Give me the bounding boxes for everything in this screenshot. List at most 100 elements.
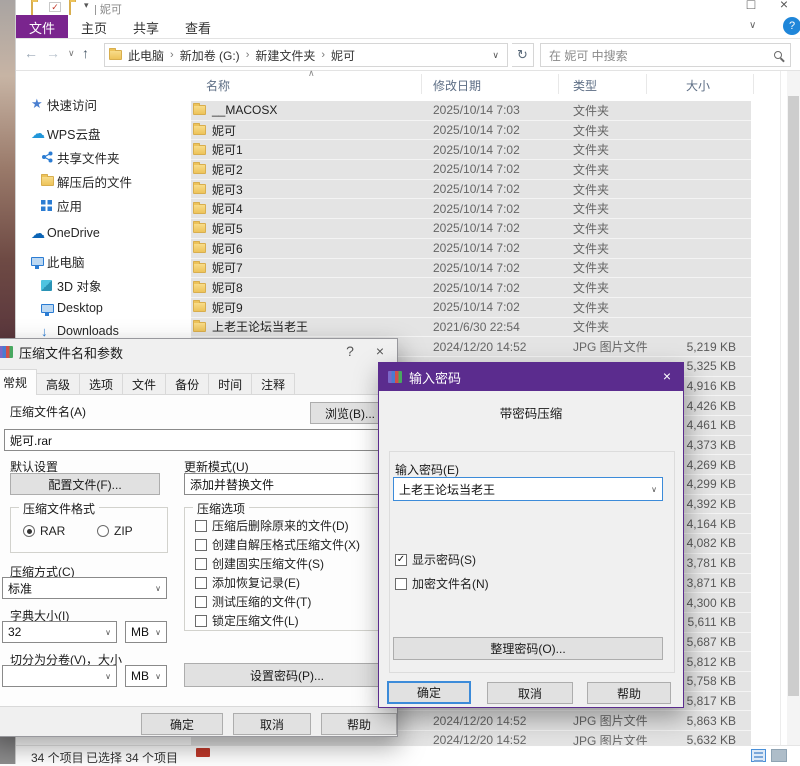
password-help-button[interactable]: 帮助 [587,682,671,704]
file-row[interactable]: 妮可72025/10/14 7:02文件夹 [191,259,751,279]
password-heading: 带密码压缩 [379,403,683,422]
file-row[interactable]: 妮可82025/10/14 7:02文件夹 [191,278,751,298]
sidebar-item-onedrive[interactable]: ☁OneDrive [16,223,191,243]
sidebar-item-desktop[interactable]: Desktop [16,298,191,318]
file-type: 文件夹 [573,122,609,139]
dictionary-unit-dropdown-icon[interactable]: ∨ [155,628,161,637]
rar-tab-文件[interactable]: 文件 [122,373,166,395]
rar-close-icon[interactable]: × [371,343,389,359]
file-row[interactable]: 妮可32025/10/14 7:02文件夹 [191,180,751,200]
breadcrumb-segment[interactable]: 妮可 [325,47,361,64]
file-row[interactable]: 妮可92025/10/14 7:02文件夹 [191,298,751,318]
forward-icon[interactable]: → [46,45,60,61]
refresh-button[interactable]: ↻ [512,43,534,67]
thumbnail-view-button[interactable] [771,749,787,762]
file-row[interactable]: 妮可2025/10/14 7:02文件夹 [191,121,751,141]
update-mode-select[interactable]: 添加并替换文件 ∨ [184,473,390,495]
sidebar-item-this-pc[interactable]: 此电脑 [16,251,191,271]
sidebar-item-quick-access[interactable]: ★快速访问 [16,94,191,114]
password-close-icon[interactable]: × [657,368,677,384]
password-dropdown-icon[interactable]: ∨ [651,485,657,494]
help-icon[interactable]: ? [783,17,800,35]
file-row[interactable]: 妮可12025/10/14 7:02文件夹 [191,140,751,160]
rar-option-checkbox[interactable]: 锁定压缩文件(L) [195,612,299,629]
rar-option-checkbox[interactable]: 添加恢复记录(E) [195,574,300,591]
compression-method-select[interactable]: 标准 ∨ [2,577,167,599]
show-password-checkbox[interactable]: ✓显示密码(S) [395,551,476,568]
column-header-type[interactable]: 类型 [573,77,597,94]
ribbon-tab-查看[interactable]: 查看 [172,15,224,38]
rar-tab-注释[interactable]: 注释 [251,373,295,395]
history-dropdown-icon[interactable]: ∨ [68,48,75,59]
rar-tab-选项[interactable]: 选项 [79,373,123,395]
breadcrumb-segment[interactable]: 此电脑 [122,47,170,64]
set-password-button[interactable]: 设置密码(P)... [184,663,390,687]
qat-folder2-icon[interactable] [69,1,71,15]
sidebar-item-wps-cloud[interactable]: ☁WPS云盘 [16,123,191,143]
organize-passwords-button[interactable]: 整理密码(O)... [393,637,663,660]
column-header-date[interactable]: 修改日期 [433,77,481,94]
rar-option-checkbox[interactable]: 测试压缩的文件(T) [195,593,311,610]
archive-name-input[interactable]: 妮可.rar ∨ [4,429,390,451]
rar-help-button[interactable]: 帮助 [321,713,397,735]
rar-option-checkbox[interactable]: 创建自解压格式压缩文件(X) [195,536,360,553]
dictionary-size-select[interactable]: 32 ∨ [2,621,117,643]
close-button[interactable]: × [774,0,794,12]
breadcrumb-segment[interactable]: 新建文件夹 [249,47,321,64]
dictionary-unit-select[interactable]: MB ∨ [125,621,167,643]
password-ok-button[interactable]: 确定 [387,681,471,704]
qat-check-icon[interactable]: ✓ [49,2,61,12]
file-row[interactable]: __MACOSX2025/10/14 7:03文件夹 [191,101,751,121]
file-date: 2025/10/14 7:02 [433,281,520,295]
rar-tab-常规[interactable]: 常规 [0,369,37,395]
file-row[interactable]: 妮可52025/10/14 7:02文件夹 [191,219,751,239]
qat-folder-icon[interactable] [31,1,33,15]
split-size-dropdown-icon[interactable]: ∨ [105,672,111,681]
address-dropdown-icon[interactable]: ∨ [488,50,503,61]
up-icon[interactable]: ↑ [82,45,89,61]
rar-cancel-button[interactable]: 取消 [233,713,311,735]
encrypt-filenames-checkbox[interactable]: 加密文件名(N) [395,575,489,592]
column-header-size[interactable]: 大小 [686,77,710,94]
maximize-button[interactable]: □ [741,0,761,12]
back-icon[interactable]: ← [24,45,38,61]
ribbon-tab-共享[interactable]: 共享 [120,15,172,38]
rar-option-checkbox[interactable]: 创建固实压缩文件(S) [195,555,324,572]
compression-method-dropdown-icon[interactable]: ∨ [155,584,161,593]
collapse-ribbon-icon[interactable]: ∨ [749,20,756,31]
rar-tab-高级[interactable]: 高级 [36,373,80,395]
ribbon-tab-主页[interactable]: 主页 [68,15,120,38]
details-view-button[interactable] [751,749,766,762]
rar-tab-时间[interactable]: 时间 [208,373,252,395]
vertical-scrollbar[interactable] [787,71,800,745]
column-header-name[interactable]: 名称 [206,77,230,94]
split-unit-select[interactable]: MB ∨ [125,665,167,687]
password-input[interactable]: 上老王论坛当老王 ∨ [393,477,663,501]
file-row[interactable]: 妮可62025/10/14 7:02文件夹 [191,239,751,259]
file-row[interactable]: 妮可42025/10/14 7:02文件夹 [191,199,751,219]
rar-help-icon[interactable]: ? [341,343,359,359]
dictionary-size-dropdown-icon[interactable]: ∨ [105,628,111,637]
format-radio-RAR[interactable]: RAR [23,524,65,538]
scrollbar-thumb[interactable] [788,96,799,696]
breadcrumb[interactable]: 此电脑›新加卷 (G:)›新建文件夹›妮可 ∨ [104,43,508,67]
qat-caret-icon[interactable]: ▾ [84,0,89,11]
file-row[interactable]: 上老王论坛当老王2021/6/30 22:54文件夹 [191,318,751,338]
sidebar-item-extracted-files[interactable]: 解压后的文件 [16,171,191,191]
file-row[interactable]: 妮可22025/10/14 7:02文件夹 [191,160,751,180]
sidebar-item-apps[interactable]: 应用 [16,195,191,215]
rar-option-checkbox[interactable]: 压缩后删除原来的文件(D) [195,517,349,534]
ribbon-tab-文件[interactable]: 文件 [16,15,68,38]
rar-ok-button[interactable]: 确定 [141,713,223,735]
rar-tab-备份[interactable]: 备份 [165,373,209,395]
profiles-button[interactable]: 配置文件(F)... [10,473,160,495]
split-unit-dropdown-icon[interactable]: ∨ [155,672,161,681]
search-input[interactable]: 在 妮可 中搜索 [540,43,791,67]
password-cancel-button[interactable]: 取消 [487,682,573,704]
search-icon[interactable] [774,51,782,59]
format-radio-ZIP[interactable]: ZIP [97,524,133,538]
breadcrumb-segment[interactable]: 新加卷 (G:) [174,47,246,64]
split-size-input[interactable]: ∨ [2,665,117,687]
sidebar-item-shared-folder[interactable]: 共享文件夹 [16,147,191,167]
sidebar-item-3d-objects[interactable]: 3D 对象 [16,275,191,295]
